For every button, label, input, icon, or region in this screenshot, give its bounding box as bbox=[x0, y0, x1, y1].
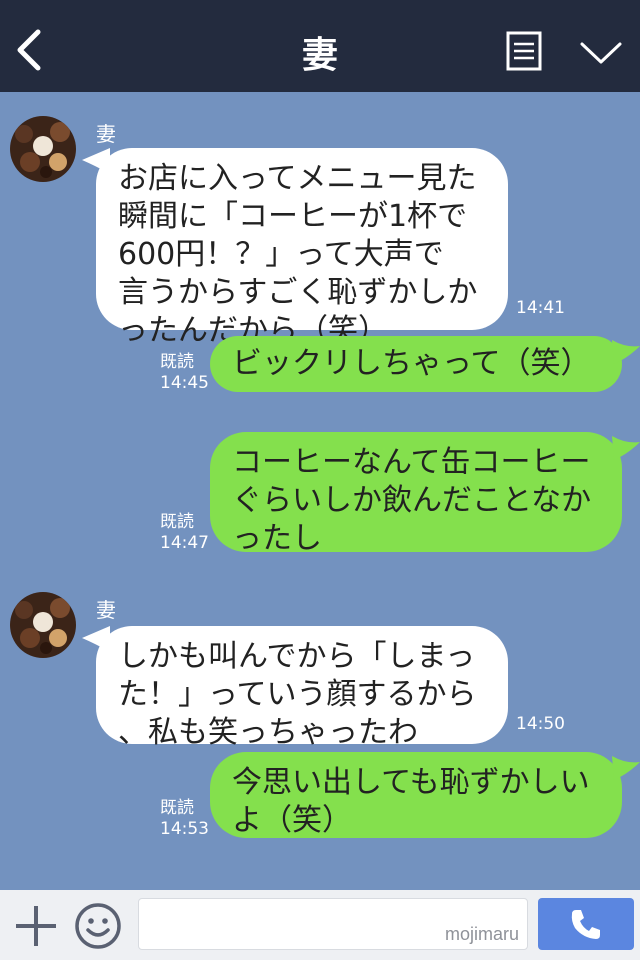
message-time: 14:41 bbox=[516, 298, 565, 318]
incoming-message-bubble[interactable]: しかも叫んでから「しまっ た！」っていう顔するから 、私も笑っちゃったわ bbox=[96, 626, 508, 750]
menu-list-icon bbox=[506, 31, 542, 71]
chocolate-avatar-icon bbox=[10, 116, 76, 182]
sender-name: 妻 bbox=[96, 598, 116, 622]
message-text-line: しかも叫んでから「しまっ bbox=[118, 639, 476, 674]
message-text-line: ったし bbox=[232, 521, 322, 556]
add-attachment-button[interactable] bbox=[14, 904, 58, 948]
collapse-button[interactable] bbox=[578, 38, 624, 68]
read-label: 既読 bbox=[160, 798, 194, 818]
message-text-line: 、私も笑っちゃったわ bbox=[118, 715, 418, 750]
chat-title: 妻 bbox=[301, 35, 338, 76]
avatar[interactable] bbox=[10, 592, 76, 658]
plus-icon bbox=[16, 906, 56, 946]
smiley-icon bbox=[75, 903, 121, 949]
sender-name: 妻 bbox=[96, 122, 116, 146]
phone-icon bbox=[571, 910, 600, 939]
read-label: 既読 bbox=[160, 512, 194, 532]
outgoing-message-bubble[interactable]: 今思い出しても恥ずかしい よ（笑） bbox=[210, 752, 622, 838]
message-text-line: 言うからすごく恥ずかしか bbox=[118, 275, 478, 310]
message-time: 14:45 bbox=[160, 373, 209, 393]
read-status: 既読 14:45 bbox=[160, 352, 209, 394]
outgoing-message-bubble[interactable]: コーヒーなんて缶コーヒー ぐらいしか飲んだことなか ったし bbox=[210, 432, 622, 556]
message-time: 14:50 bbox=[516, 714, 565, 734]
message-text-line: た！」っていう顔するから bbox=[118, 677, 477, 712]
message-text-line: お店に入ってメニュー見た bbox=[118, 161, 477, 196]
chevron-down-icon bbox=[580, 42, 622, 64]
message-time: 14:47 bbox=[160, 533, 209, 553]
read-status: 既読 14:47 bbox=[160, 512, 209, 554]
outgoing-message-bubble[interactable]: ビックリしちゃって（笑） bbox=[210, 336, 622, 392]
message-time: 14:53 bbox=[160, 819, 209, 839]
bubble-tail bbox=[612, 340, 640, 364]
input-bar: mojimaru bbox=[0, 890, 640, 960]
bubble-tail bbox=[612, 436, 640, 460]
message-input[interactable]: mojimaru bbox=[138, 898, 528, 950]
read-label: 既読 bbox=[160, 352, 194, 372]
incoming-message-bubble[interactable]: お店に入ってメニュー見た 瞬間に「コーヒーが1杯で 600円！？」って大声で 言… bbox=[96, 148, 508, 348]
message-text-line: コーヒーなんて缶コーヒー bbox=[232, 445, 591, 480]
message-text-line: 瞬間に「コーヒーが1杯で bbox=[118, 199, 468, 234]
chat-header: 妻 bbox=[0, 0, 640, 92]
message-text-line: ビックリしちゃって（笑） bbox=[232, 346, 591, 381]
menu-button[interactable] bbox=[506, 31, 542, 71]
bubble-tail bbox=[612, 756, 640, 780]
message-text-line: ぐらいしか飲んだことなか bbox=[232, 483, 592, 518]
message-text-line: 今思い出しても恥ずかしい bbox=[232, 765, 590, 800]
watermark: mojimaru bbox=[444, 924, 519, 944]
message-text-line: 600円！？」って大声で bbox=[118, 237, 444, 272]
read-status: 既読 14:53 bbox=[160, 798, 209, 840]
chocolate-avatar-icon bbox=[10, 592, 76, 658]
call-button[interactable] bbox=[538, 898, 634, 950]
emoji-button[interactable] bbox=[74, 902, 122, 950]
message-text-line: よ（笑） bbox=[232, 803, 352, 838]
avatar[interactable] bbox=[10, 116, 76, 182]
